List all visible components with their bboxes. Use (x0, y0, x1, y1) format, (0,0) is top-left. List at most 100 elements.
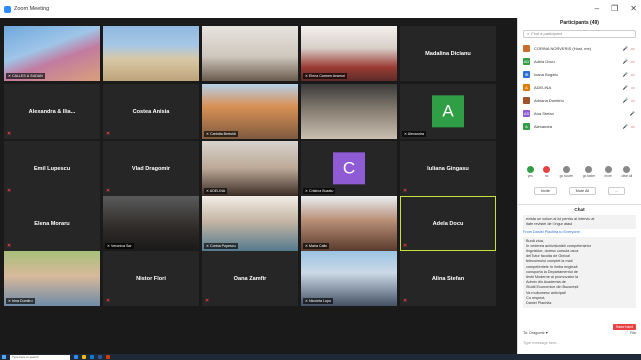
video-tile[interactable]: Nistor Flori ✕ (103, 251, 199, 306)
participant-row[interactable]: AS Ana Stefan 🎤 (518, 107, 641, 120)
word-taskbar-icon[interactable] (98, 355, 102, 359)
participant-name: Adela Docu (432, 220, 464, 227)
participant-name: Alina Stefan (431, 275, 465, 282)
muted-mic-icon: ✕ (403, 298, 408, 304)
participants-panel: Participants (49) ⌕ Find a participant C… (517, 18, 641, 354)
chat-input[interactable]: Type message here... (523, 341, 636, 345)
feedback-no-button[interactable]: no (543, 166, 551, 178)
file-button[interactable]: 📄 File (624, 330, 636, 335)
feedback-more-button[interactable]: more (605, 166, 612, 178)
participant-row[interactable]: A ADELINA 🎤 ▭ (518, 81, 641, 94)
mic-camera-icon[interactable]: 🎤 ▭ (623, 98, 636, 104)
windows-start-icon[interactable] (2, 355, 6, 359)
mic-camera-icon[interactable]: 🎤 ▭ (623, 59, 636, 65)
muted-mic-icon: ✕ (7, 188, 12, 194)
folder-taskbar-icon[interactable] (82, 355, 86, 359)
participant-label: ✕ Carlotta Bertoldi (204, 131, 238, 137)
video-tile[interactable]: ✕ Veronica Sar (103, 196, 199, 251)
mic-camera-icon[interactable]: 🎤 ▭ (623, 46, 636, 52)
participant-name: CORINA NORVERIS (Host, me) (534, 46, 592, 51)
search-placeholder: Find a participant (531, 31, 562, 36)
close-button[interactable]: ✕ (630, 4, 637, 13)
powerpoint-taskbar-icon[interactable] (106, 355, 110, 359)
chat-messages: exista un volum al lui pentru al intervi… (523, 214, 636, 309)
feedback-go-faster-button[interactable]: go faster (583, 166, 595, 178)
participant-name: Iuliana Gingasu (427, 165, 469, 172)
participant-row[interactable]: Adriana Dumitriu 🎤 ▭ (518, 94, 641, 107)
feedback-clear-all-button[interactable]: clear all (621, 166, 632, 178)
mic-camera-icon[interactable]: 🎤 ▭ (623, 72, 636, 78)
feedback-icon (604, 166, 612, 173)
video-tile[interactable]: ✕ Maria Calin (301, 196, 397, 251)
video-tile[interactable]: A ✕ Alexandra (400, 84, 496, 139)
participant-name: Ioana Bogatu (534, 72, 558, 77)
participant-name: Vlad Dragomir (131, 165, 171, 172)
minimize-button[interactable]: – (595, 4, 599, 13)
mute-all-button[interactable]: Mute All (568, 187, 597, 195)
mic-camera-icon[interactable]: 🎤 (630, 111, 636, 117)
more-options-button[interactable]: ... (607, 187, 626, 195)
feedback-icon (543, 166, 551, 173)
edge-taskbar-icon[interactable] (90, 355, 94, 359)
participant-name: Adriana Dumitriu (534, 98, 564, 103)
participant-row[interactable]: AD Adela Docu 🎤 ▭ (518, 55, 641, 68)
muted-mic-icon: ✕ (106, 131, 111, 137)
feedback-label: no (544, 174, 549, 178)
muted-mic-icon: ✕ (7, 131, 12, 137)
video-tile[interactable] (103, 26, 199, 81)
video-tile[interactable] (301, 84, 397, 139)
window-controls: – ❐ ✕ (595, 4, 637, 13)
participant-label: ✕ CALLES & SUDAN (6, 73, 45, 79)
zoom-taskbar-icon[interactable] (74, 355, 78, 359)
participant-name: Ana Stefan (534, 111, 554, 116)
video-tile[interactable]: Emil Lupescu ✕ (4, 141, 100, 196)
muted-mic-icon: ✕ (205, 298, 210, 304)
video-tile[interactable]: Iuliana Gingasu ✕ (400, 141, 496, 196)
participant-name: Nistor Flori (136, 275, 166, 282)
video-tile[interactable]: ✕ Nicoleta Lupu (301, 251, 397, 306)
participant-name: Oana Zamfir (233, 275, 267, 282)
video-tile[interactable]: Alexandra & Ilia... ✕ (4, 84, 100, 139)
feedback-icon (526, 166, 534, 173)
feedback-label: clear all (621, 174, 633, 178)
video-tile[interactable]: Costea Anisia ✕ (103, 84, 199, 139)
participant-search-input[interactable]: ⌕ Find a participant (523, 30, 636, 38)
video-tile[interactable]: ✕ Irina Dumitru (4, 251, 100, 306)
participant-name: Alexandra & Ilia... (28, 108, 76, 115)
participant-name: Alexandra (534, 124, 553, 129)
video-tile[interactable]: Elena Moraru ✕ (4, 196, 100, 251)
participant-name: ADELINA (534, 85, 552, 90)
participant-name: Emil Lupescu (33, 165, 71, 172)
feedback-go-slower-button[interactable]: go slower (560, 166, 573, 178)
participant-row[interactable]: IB Ioana Bogatu 🎤 ▭ (518, 68, 641, 81)
muted-mic-icon: ✕ (403, 243, 408, 249)
video-tile[interactable]: Vlad Dragomir ✕ (103, 141, 199, 196)
chat-recipient-select[interactable]: To: Dragomir ▾ (523, 330, 548, 335)
participant-avatar: C (333, 151, 365, 184)
invite-button[interactable]: Invite (533, 187, 557, 195)
muted-mic-icon: ✕ (106, 188, 111, 194)
mic-camera-icon[interactable]: 🎤 ▭ (623, 85, 636, 91)
video-tile[interactable]: C ✕ Cristina Buzatu (301, 141, 397, 196)
taskbar-search-input[interactable]: Type here to search (10, 354, 70, 360)
participant-name: Madalina Dicianu (425, 50, 471, 57)
video-tile[interactable]: ✕ Elena Carmen Arsenoi (301, 26, 397, 81)
participant-row[interactable]: A Alexandra 🎤 ▭ (518, 120, 641, 133)
video-tile[interactable]: ✕ ADELINA (202, 141, 298, 196)
participant-row[interactable]: CORINA NORVERIS (Host, me) 🎤 ▭ (518, 42, 641, 55)
video-tile[interactable]: Alina Stefan ✕ (400, 251, 496, 306)
video-tile[interactable]: ✕ Carlotta Bertoldi (202, 84, 298, 139)
video-tile[interactable]: Madalina Dicianu (400, 26, 496, 81)
chat-sender: From Daniel Plachita to Everyone: (523, 230, 581, 235)
participant-avatar: A (523, 84, 530, 91)
participant-label: ✕ Nicoleta Lupu (303, 298, 333, 304)
video-tile[interactable] (202, 26, 298, 81)
restore-button[interactable]: ❐ (611, 4, 618, 13)
mic-camera-icon[interactable]: 🎤 ▭ (623, 124, 636, 130)
video-tile[interactable]: ✕ Corina Popescu (202, 196, 298, 251)
video-tile[interactable]: ✕ CALLES & SUDAN (4, 26, 100, 81)
video-tile[interactable]: Oana Zamfir ✕ (202, 251, 298, 306)
video-tile[interactable]: Adela Docu ✕ (400, 196, 496, 251)
feedback-yes-button[interactable]: yes (526, 166, 534, 178)
chat-recipient-bar: To: Dragomir ▾ 📄 File (523, 330, 636, 335)
